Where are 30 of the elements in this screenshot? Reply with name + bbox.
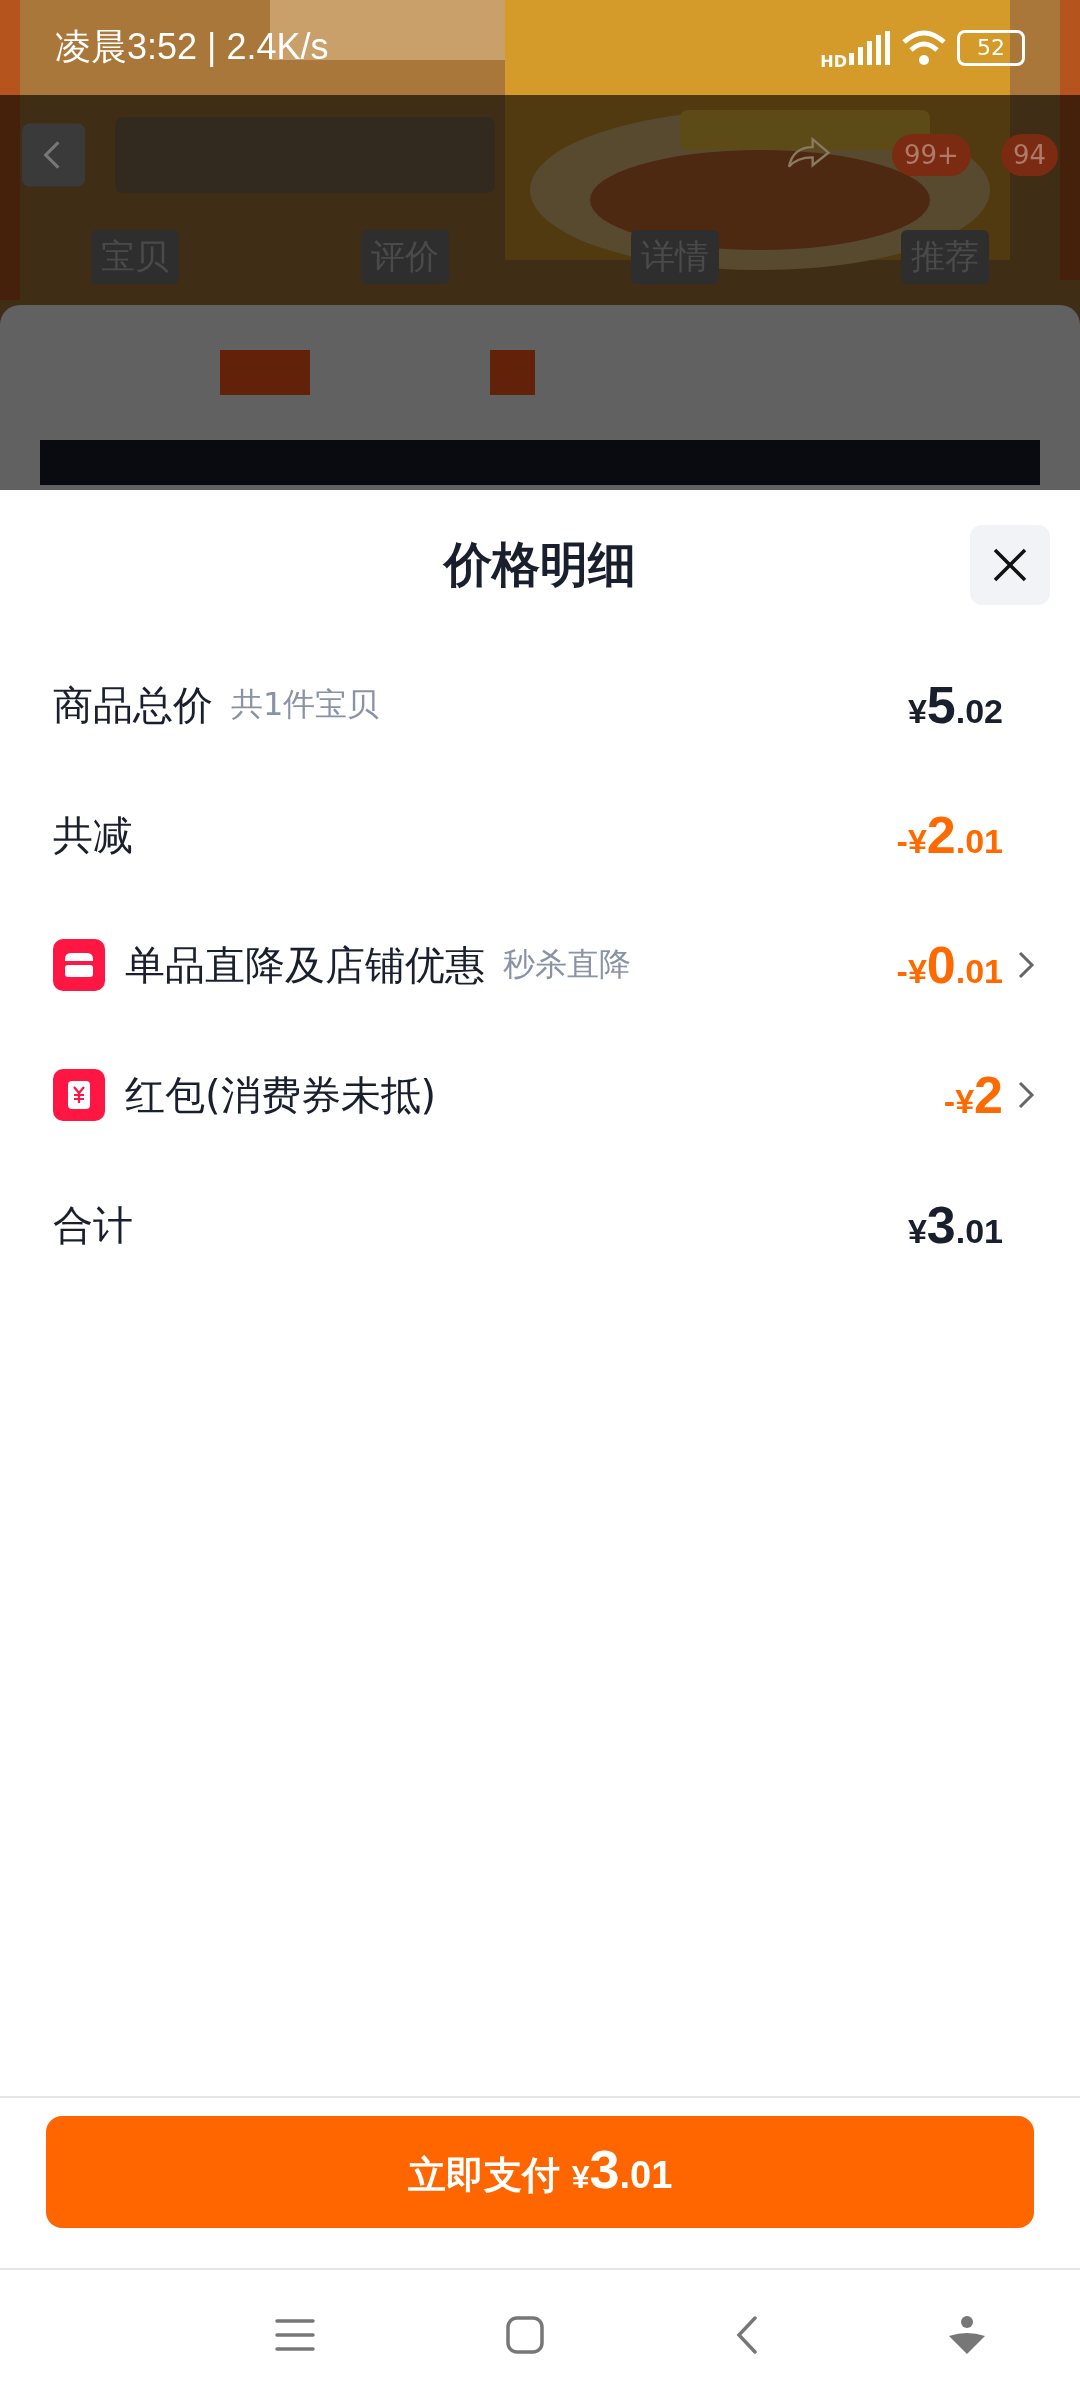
row-label: 共减 (53, 810, 133, 860)
close-button[interactable] (970, 525, 1050, 605)
row-amount: -¥0.01 (896, 935, 1003, 995)
menu-icon[interactable] (275, 2318, 315, 2352)
close-icon (992, 547, 1028, 583)
wifi-icon (901, 29, 947, 66)
assistant-icon[interactable] (949, 2316, 985, 2354)
row-amount: ¥5.02 (907, 675, 1003, 735)
signal-icon (849, 30, 891, 65)
row-note: 共1件宝贝 (231, 684, 380, 725)
sheet-title: 价格明细 (444, 535, 636, 594)
row-label: 合计 (53, 1200, 133, 1250)
back-icon[interactable] (735, 2316, 758, 2354)
row-amount: -¥2 (943, 1065, 1003, 1125)
status-time: 凌晨3:52 | 2.4K/s (55, 25, 329, 69)
pay-button[interactable]: 立即支付 ¥3.01 (46, 2116, 1034, 2228)
row-note: 秒杀直降 (503, 944, 631, 985)
chevron-right-icon[interactable] (1017, 950, 1035, 980)
coupon-icon (53, 1069, 105, 1121)
row-label: 红包(消费券未抵) (125, 1070, 437, 1120)
cart-badge: 99+ (892, 134, 971, 176)
row-amount: -¥2.01 (896, 805, 1003, 865)
row-label: 单品直降及店铺优惠 (125, 940, 485, 990)
battery-indicator: 52 (957, 29, 1025, 66)
row-label: 商品总价 (53, 680, 213, 730)
chevron-right-icon[interactable] (1017, 1080, 1035, 1110)
network-label: HD (820, 52, 847, 71)
shop-icon (53, 939, 105, 991)
home-icon[interactable] (506, 2316, 545, 2354)
row-amount: ¥3.01 (907, 1195, 1003, 1255)
